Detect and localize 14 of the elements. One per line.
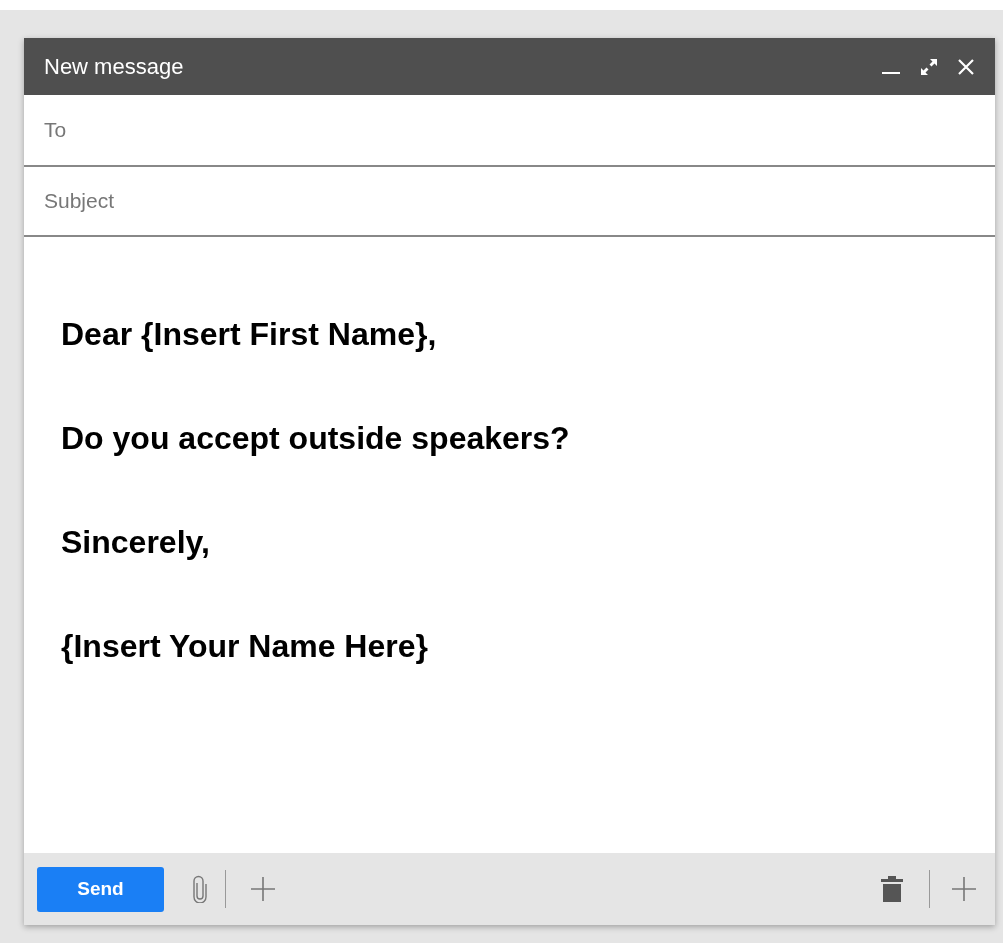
message-line: {Insert Your Name Here} — [61, 627, 428, 665]
trash-icon[interactable] — [881, 875, 903, 903]
message-line: Sincerely, — [61, 523, 210, 561]
to-field[interactable]: To — [24, 95, 995, 167]
close-icon[interactable] — [957, 57, 975, 76]
plus-icon[interactable] — [951, 876, 977, 902]
message-line: Dear {Insert First Name}, — [61, 315, 437, 353]
window-title: New message — [44, 53, 185, 81]
expand-icon[interactable] — [919, 56, 939, 77]
subject-field[interactable]: Subject — [24, 167, 995, 237]
plus-icon[interactable] — [250, 876, 276, 902]
paperclip-icon[interactable] — [193, 875, 207, 903]
send-button[interactable]: Send — [37, 866, 164, 912]
message-line: Do you accept outside speakers? — [61, 419, 570, 457]
